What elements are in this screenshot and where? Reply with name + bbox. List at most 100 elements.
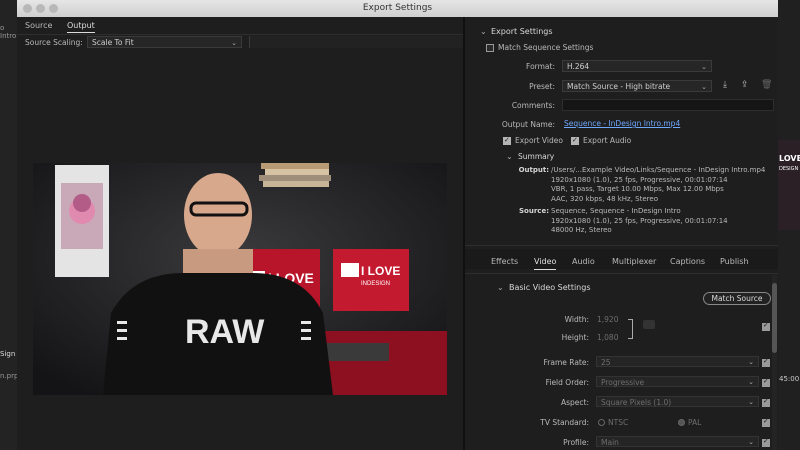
preset-label: Preset: (529, 82, 555, 91)
settings-tabs: Effects Video Audio Multiplexer Captions… (465, 257, 778, 271)
frame-rate-label: Frame Rate: (543, 358, 589, 367)
chain-link-icon[interactable] (643, 320, 655, 329)
export-video-checkbox[interactable] (503, 136, 511, 145)
divider (465, 273, 778, 274)
collapse-chevron-icon[interactable]: ⌄ (480, 27, 487, 36)
profile-select[interactable]: Main ⌄ (596, 436, 759, 447)
match-source-button[interactable]: Match Source (703, 292, 771, 305)
video-preview: I LOVE INDESIGN I LOVE INDESIGN RAW (33, 163, 447, 395)
aspect-select[interactable]: Square Pixels (1.0) ⌄ (596, 396, 759, 407)
chevron-down-icon: ⌄ (748, 358, 754, 366)
chevron-down-icon: ⌄ (748, 438, 754, 446)
scrollbar-track[interactable] (772, 275, 777, 450)
format-value: H.264 (567, 62, 590, 71)
video-frame-image: I LOVE INDESIGN I LOVE INDESIGN RAW (33, 163, 447, 395)
match-frame-rate-checkbox[interactable] (762, 357, 770, 367)
format-label: Format: (526, 62, 555, 71)
scaling-toolbar-spacer (249, 36, 464, 48)
pal-label: PAL (688, 418, 702, 427)
frame-rate-select[interactable]: 25 ⌄ (596, 356, 759, 367)
aspect-value: Square Pixels (1.0) (601, 398, 672, 407)
window-title: Export Settings (362, 3, 433, 13)
shirt-print: RAW (185, 313, 265, 351)
chevron-down-icon: ⌄ (701, 63, 707, 71)
summary-heading: Summary (518, 152, 555, 161)
frame-rate-value: 25 (601, 358, 611, 367)
match-profile-checkbox[interactable] (762, 437, 770, 447)
match-aspect-checkbox[interactable] (762, 397, 770, 407)
chevron-down-icon: ⌄ (748, 378, 754, 386)
divider (465, 245, 778, 246)
preset-select[interactable]: Match Source - High bitrate ⌄ (562, 80, 712, 92)
export-audio-label: Export Audio (583, 136, 632, 145)
chevron-down-icon: ⌄ (748, 398, 754, 406)
pal-radio[interactable] (678, 419, 685, 426)
height-value[interactable]: 1,080 (597, 333, 618, 342)
format-select[interactable]: H.264 ⌄ (562, 60, 712, 72)
source-scaling-label: Source Scaling: (25, 38, 83, 47)
tab-multiplexer[interactable]: Multiplexer (612, 257, 656, 266)
chevron-down-icon: ⌄ (701, 83, 707, 91)
background-app-left-edge: o Intro Sign n.prp (0, 0, 19, 450)
tab-audio[interactable]: Audio (572, 257, 595, 266)
tab-publish[interactable]: Publish (720, 257, 749, 266)
background-app-label: n.prp (0, 372, 19, 380)
source-scaling-select[interactable]: Scale To Fit ⌄ (87, 36, 242, 48)
match-sequence-checkbox[interactable] (486, 44, 494, 52)
collapse-chevron-icon[interactable]: ⌄ (497, 283, 504, 292)
summary-line: /Users/...Example Video/Links/Sequence -… (551, 166, 766, 174)
summary-line: 1920x1080 (1.0), 25 fps, Progressive, 00… (551, 175, 728, 184)
match-tv-standard-checkbox[interactable] (762, 417, 770, 427)
link-bracket-icon (628, 319, 633, 339)
export-settings-heading: Export Settings (491, 27, 553, 36)
scrollbar-thumb[interactable] (772, 283, 777, 353)
background-preview-thumb: LOVE DESIGN (778, 140, 800, 230)
profile-label: Profile: (563, 438, 589, 447)
field-order-label: Field Order: (545, 378, 589, 387)
comments-input[interactable] (562, 99, 774, 111)
background-app-label: Sign (0, 350, 16, 358)
comments-label: Comments: (511, 101, 555, 110)
summary-source-block: Sequence, Sequence - InDesign Intro 1920… (551, 207, 776, 236)
zoom-window-button[interactable] (49, 4, 58, 13)
background-app-right-edge: LOVE DESIGN 45:00 (778, 0, 800, 450)
close-window-button[interactable] (23, 4, 32, 13)
import-preset-icon[interactable]: ⇪ (741, 80, 749, 90)
title-bar: Export Settings (17, 0, 778, 17)
export-video-label: Export Video (515, 136, 563, 145)
width-value[interactable]: 1,920 (597, 315, 618, 324)
summary-line: AAC, 320 kbps, 48 kHz, Stereo (551, 194, 658, 203)
summary-output-label: Output: (518, 166, 549, 174)
tab-source[interactable]: Source (25, 21, 52, 30)
field-order-value: Progressive (601, 378, 645, 387)
collapse-chevron-icon[interactable]: ⌄ (506, 152, 513, 161)
ntsc-radio[interactable] (598, 419, 605, 426)
background-preview-label: DESIGN (779, 166, 799, 172)
tab-captions[interactable]: Captions (670, 257, 705, 266)
tab-output[interactable]: Output (67, 21, 95, 33)
background-app-label: o Intro (0, 24, 17, 40)
divider (17, 34, 463, 35)
minimize-window-button[interactable] (36, 4, 45, 13)
poster-text: I LOVE (361, 264, 400, 278)
match-field-order-checkbox[interactable] (762, 377, 770, 387)
output-name-label: Output Name: (501, 120, 555, 129)
delete-preset-icon[interactable]: 🗑 (761, 80, 772, 90)
chevron-down-icon: ⌄ (231, 39, 237, 47)
background-preview-label: LOVE (779, 154, 800, 163)
output-name-link[interactable]: Sequence - InDesign Intro.mp4 (564, 119, 680, 128)
preview-pane: Source Output Source Scaling: Scale To F… (17, 17, 464, 450)
settings-pane: ⌄ Export Settings Match Sequence Setting… (465, 17, 778, 450)
source-scaling-value: Scale To Fit (92, 38, 134, 47)
export-settings-window: Export Settings Source Output Source Sca… (17, 0, 778, 450)
save-preset-icon[interactable]: ⤓ (723, 80, 727, 90)
poster-text: INDESIGN (361, 281, 390, 287)
match-sequence-label: Match Sequence Settings (498, 43, 594, 52)
match-dimensions-checkbox[interactable] (762, 321, 770, 331)
export-audio-checkbox[interactable] (571, 136, 579, 145)
field-order-select[interactable]: Progressive ⌄ (596, 376, 759, 387)
tab-effects[interactable]: Effects (491, 257, 518, 266)
preset-value: Match Source - High bitrate (567, 82, 671, 91)
summary-line: 1920x1080 (1.0), 25 fps, Progressive, 00… (551, 216, 728, 225)
tab-video[interactable]: Video (534, 257, 557, 270)
